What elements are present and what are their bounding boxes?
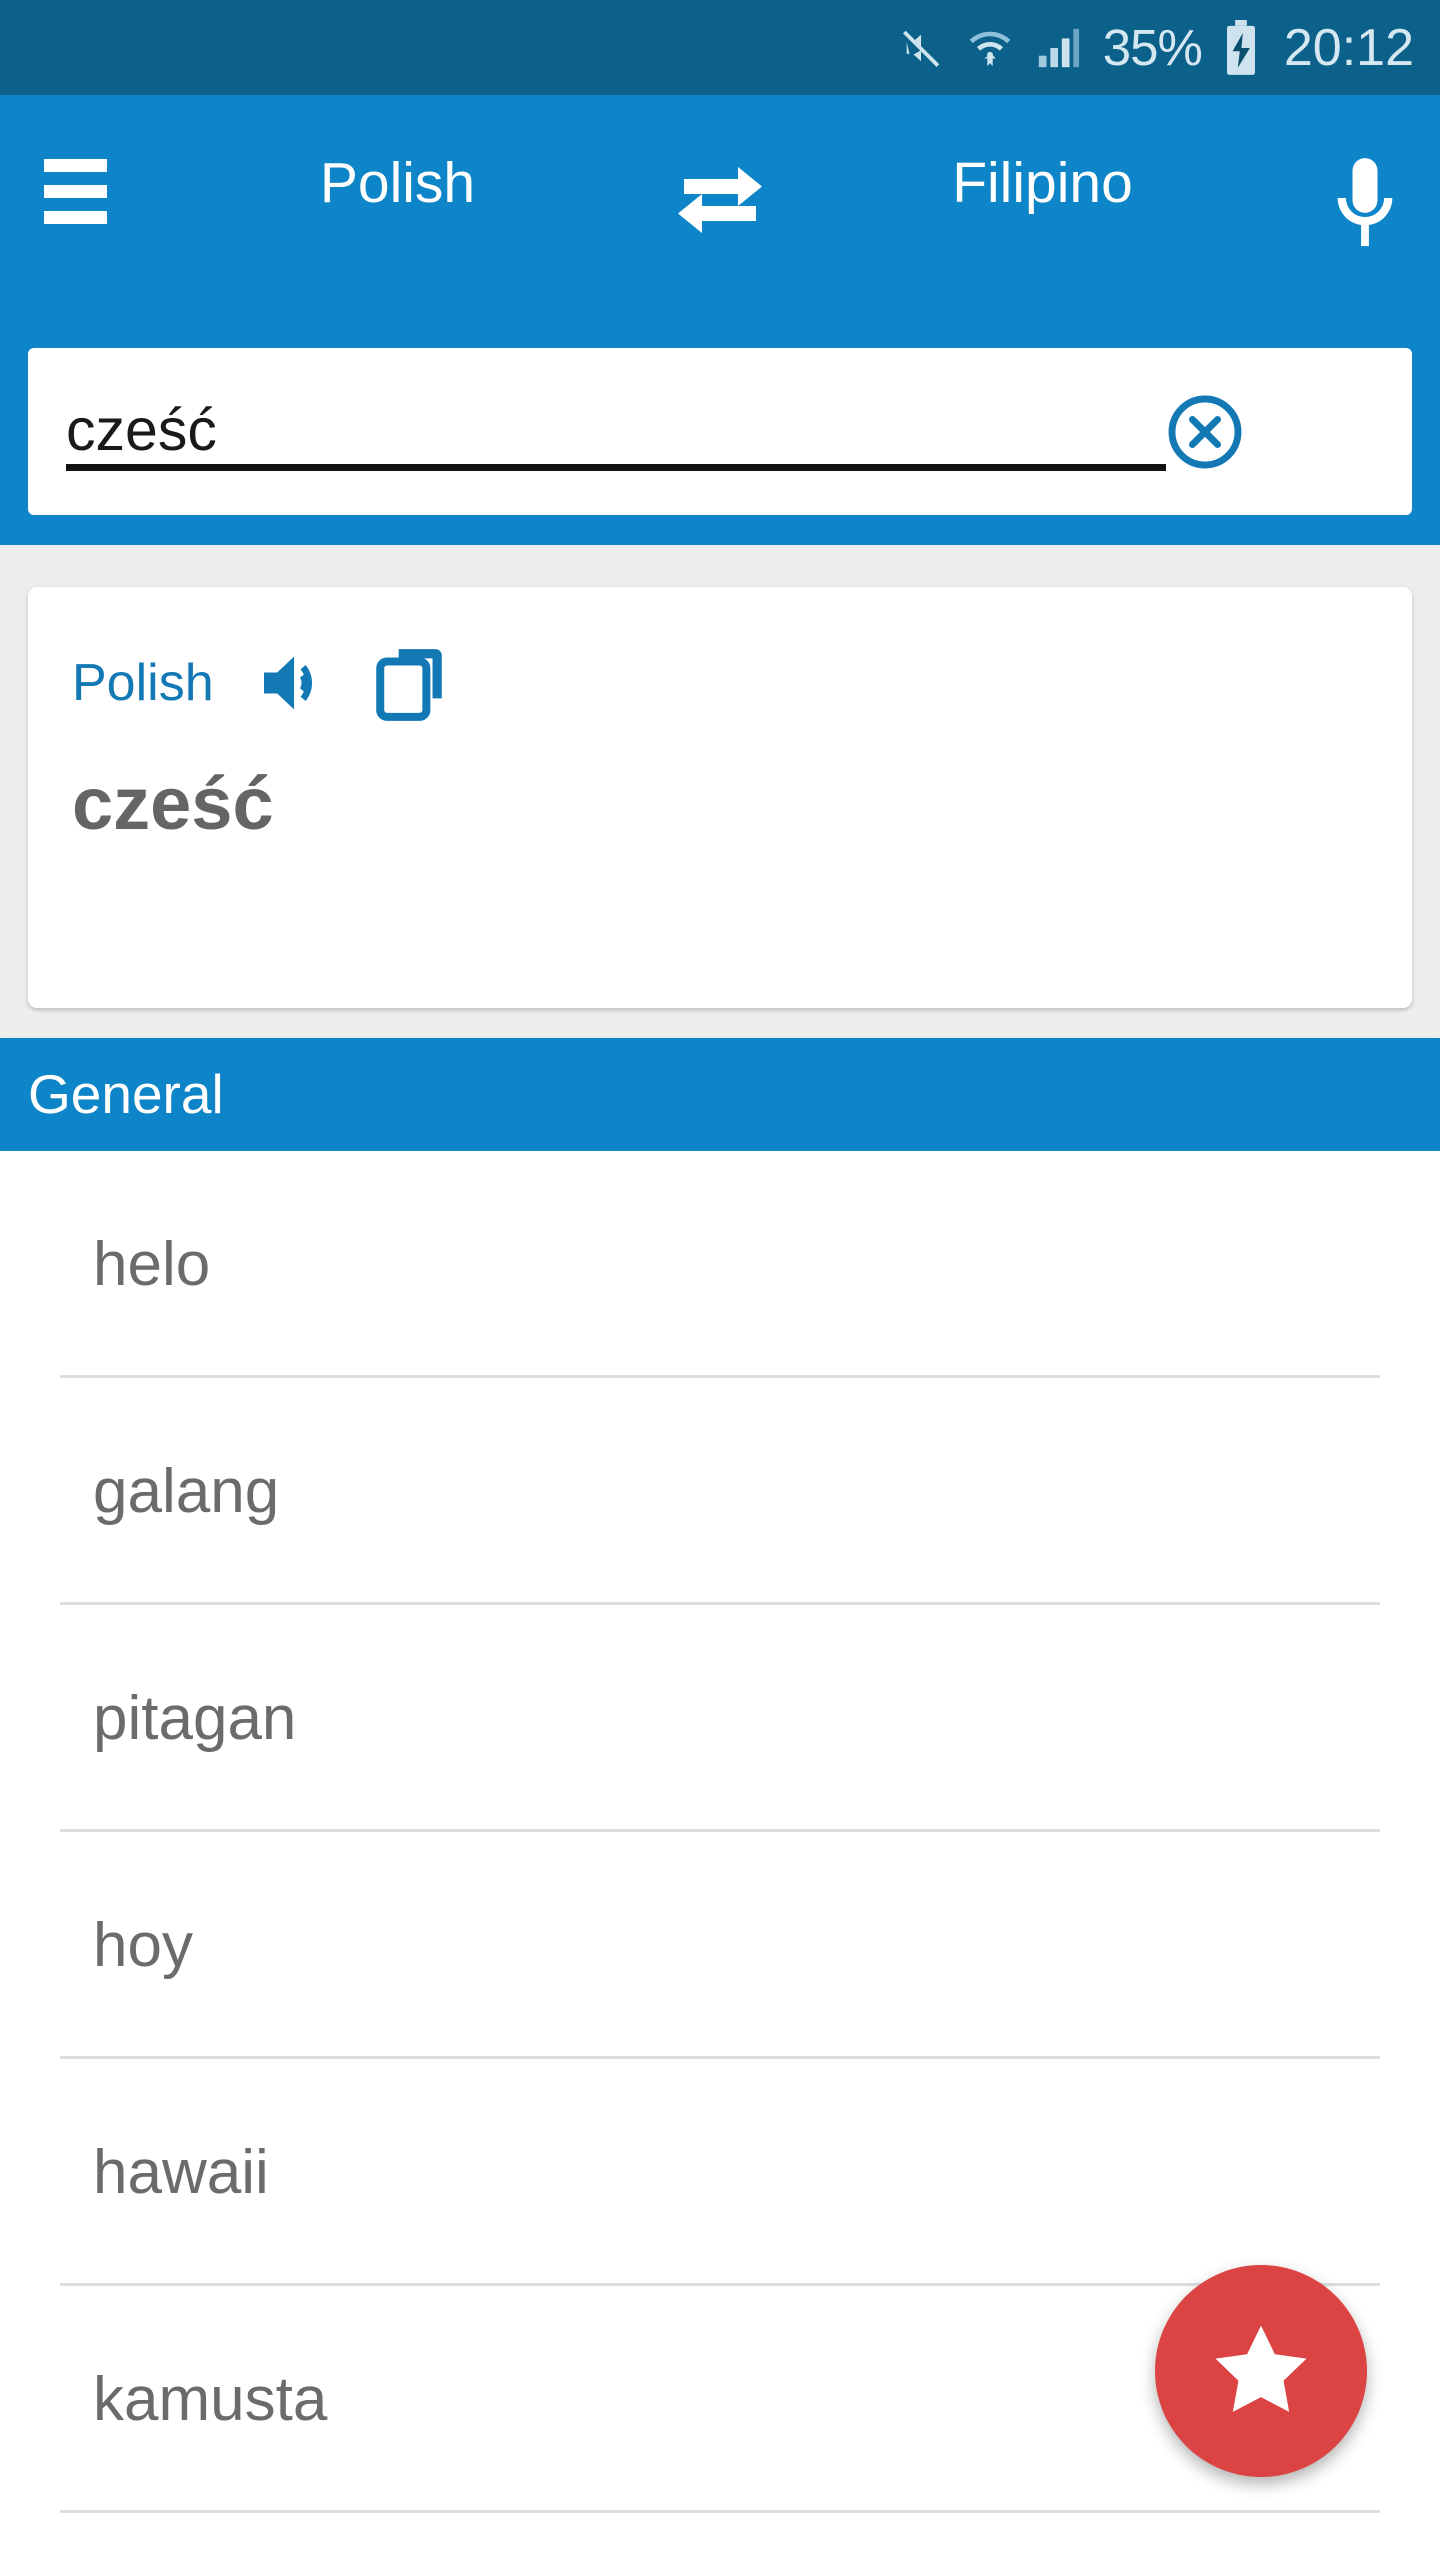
signal-icon xyxy=(1035,25,1081,71)
list-item[interactable]: helo xyxy=(0,1151,1440,1378)
burger-line-2 xyxy=(43,185,107,198)
favorite-fab-button[interactable] xyxy=(1155,2265,1367,2477)
translation-text: galang xyxy=(93,1456,280,1526)
app-toolbar: Polish Filipino xyxy=(0,95,1440,335)
result-card-language-label: Polish xyxy=(72,654,214,712)
mute-icon xyxy=(899,25,945,71)
status-clock: 20:12 xyxy=(1283,18,1414,77)
swap-languages-icon[interactable] xyxy=(645,143,795,239)
star-icon xyxy=(1209,2319,1313,2424)
translation-text: kamusta xyxy=(93,2364,328,2434)
list-item[interactable]: hoy xyxy=(0,1832,1440,2059)
search-input[interactable]: cześć xyxy=(66,401,1166,471)
result-card-word: cześć xyxy=(72,762,274,845)
hamburger-menu-icon[interactable] xyxy=(0,143,150,224)
clear-circle-icon[interactable] xyxy=(1166,393,1244,471)
translation-text: hawaii xyxy=(93,2137,269,2207)
battery-charging-icon xyxy=(1224,19,1258,76)
list-item[interactable]: galang xyxy=(0,1378,1440,1605)
wifi-icon xyxy=(967,24,1013,72)
section-title: General xyxy=(28,1063,224,1125)
speaker-icon[interactable] xyxy=(258,650,330,716)
result-card-header: Polish xyxy=(72,635,1368,731)
list-item[interactable]: pitagan xyxy=(0,1605,1440,1832)
target-language-button[interactable]: Filipino xyxy=(795,143,1290,212)
battery-percent-label: 35% xyxy=(1102,19,1203,76)
source-language-button[interactable]: Polish xyxy=(150,143,645,212)
search-box[interactable]: cześć xyxy=(28,348,1412,515)
burger-line-3 xyxy=(43,211,107,224)
burger-line-1 xyxy=(43,159,107,172)
translation-text: helo xyxy=(93,1229,211,1299)
section-header-general: General xyxy=(0,1038,1440,1151)
search-bar-container: cześć xyxy=(0,334,1440,545)
microphone-icon[interactable] xyxy=(1290,143,1440,257)
result-card: Polish cześć xyxy=(28,587,1412,1008)
result-card-area: Polish cześć xyxy=(0,545,1440,1038)
translation-text: hoy xyxy=(93,1910,193,1980)
copy-icon[interactable] xyxy=(374,643,448,723)
list-item[interactable]: hawaii xyxy=(0,2059,1440,2286)
translation-text: pitagan xyxy=(93,1683,297,1753)
status-bar: 35% 20:12 xyxy=(0,0,1440,95)
